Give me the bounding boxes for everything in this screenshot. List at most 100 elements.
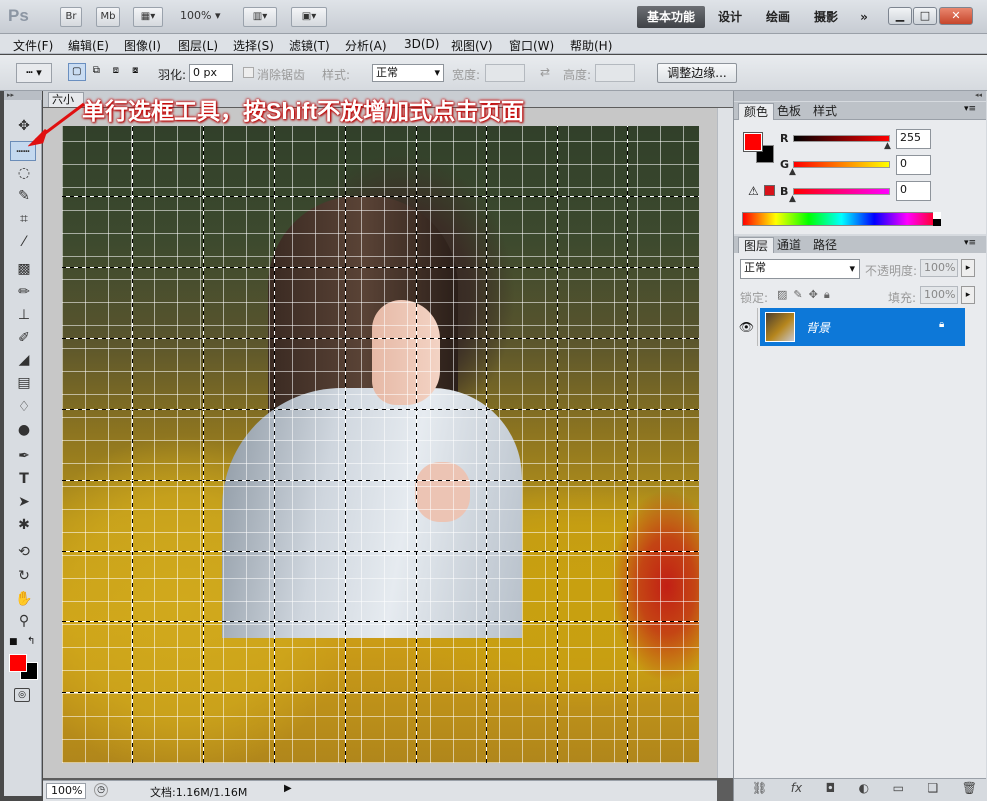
add-selection-icon[interactable]: ⧉: [88, 63, 105, 81]
workspace-design[interactable]: 设计: [712, 6, 748, 28]
tab-layers[interactable]: 图层: [738, 237, 775, 254]
arrange-documents-button[interactable]: ▥▾: [243, 7, 277, 27]
lock-transparency-icon[interactable]: ▨: [777, 288, 793, 301]
tab-styles[interactable]: 样式: [808, 103, 842, 120]
new-selection-icon[interactable]: ▢: [68, 63, 86, 81]
quick-selection-tool-icon[interactable]: ✎: [13, 186, 35, 206]
pen-tool-icon[interactable]: ✒: [13, 446, 35, 466]
gamut-warning-icon[interactable]: ⚠: [748, 184, 759, 198]
status-menu-arrow-icon[interactable]: ▶: [284, 783, 292, 794]
new-group-icon[interactable]: ▭: [893, 781, 904, 795]
tab-channels[interactable]: 通道: [772, 237, 806, 254]
hand-tool-icon[interactable]: ✋: [13, 589, 35, 609]
g-value-input[interactable]: 0: [896, 155, 931, 175]
3d-rotate-tool-icon[interactable]: ⟲: [13, 542, 35, 562]
zoom-status-field[interactable]: 100%: [46, 783, 86, 799]
screen-mode-button[interactable]: ▣▾: [291, 7, 327, 27]
intersect-selection-icon[interactable]: ⧇: [127, 63, 144, 81]
eyedropper-tool-icon[interactable]: ⁄: [13, 232, 35, 252]
add-mask-icon[interactable]: ◘: [826, 781, 836, 795]
g-slider[interactable]: [793, 161, 890, 168]
minimize-button[interactable]: ▁: [888, 7, 912, 25]
b-slider-thumb[interactable]: ▲: [789, 194, 796, 204]
eraser-tool-icon[interactable]: ◢: [13, 350, 35, 370]
close-button[interactable]: ✕: [939, 7, 973, 25]
new-layer-icon[interactable]: ❑: [927, 781, 938, 795]
healing-brush-tool-icon[interactable]: ▩: [13, 259, 35, 279]
menu-edit[interactable]: 编辑(E): [68, 37, 109, 54]
workspace-painting[interactable]: 绘画: [760, 6, 796, 28]
zoom-level-select[interactable]: 100% ▾: [180, 9, 220, 22]
menu-window[interactable]: 窗口(W): [509, 37, 554, 54]
tool-preset-picker[interactable]: ┅ ▾: [16, 63, 52, 83]
layer-style-fx-icon[interactable]: fx: [791, 781, 802, 795]
type-tool-icon[interactable]: T: [13, 469, 35, 489]
workspace-photography[interactable]: 摄影: [808, 6, 844, 28]
menu-filter[interactable]: 滤镜(T): [289, 37, 330, 54]
path-selection-tool-icon[interactable]: ➤: [13, 492, 35, 512]
layers-panel-menu-icon[interactable]: ▾≡: [964, 238, 976, 248]
vertical-scrollbar[interactable]: [717, 108, 733, 778]
dodge-tool-icon[interactable]: ●: [13, 420, 35, 440]
lock-move-icon[interactable]: ✥: [809, 288, 824, 301]
lock-all-icon[interactable]: 🔒︎: [824, 288, 836, 301]
menu-image[interactable]: 图像(I): [124, 37, 161, 54]
menu-layer[interactable]: 图层(L): [178, 37, 218, 54]
minibridge-button[interactable]: Mb: [96, 7, 120, 27]
foreground-color-swatch[interactable]: [9, 654, 27, 672]
swap-icon[interactable]: ⇄: [540, 65, 550, 79]
blend-mode-select[interactable]: 正常 ▾: [740, 259, 860, 279]
menu-help[interactable]: 帮助(H): [570, 37, 612, 54]
view-extras-button[interactable]: ▦▾: [133, 7, 163, 27]
blur-tool-icon[interactable]: ♢: [13, 397, 35, 417]
lasso-tool-icon[interactable]: ◌: [13, 163, 35, 183]
panel-menu-icon[interactable]: ▾≡: [964, 104, 976, 114]
crop-tool-icon[interactable]: ⌗: [13, 209, 35, 229]
shape-tool-icon[interactable]: ✱: [13, 515, 35, 535]
color-spectrum-bar[interactable]: [742, 212, 941, 226]
menu-file[interactable]: 文件(F): [13, 37, 53, 54]
3d-orbit-tool-icon[interactable]: ↻: [13, 566, 35, 586]
fill-input[interactable]: 100%: [920, 286, 958, 304]
panel-dock-collapse-handle[interactable]: ◂◂: [734, 91, 986, 101]
lock-paint-icon[interactable]: ✎: [793, 288, 808, 301]
link-layers-icon[interactable]: ⛓: [752, 781, 767, 795]
bridge-button[interactable]: Br: [60, 7, 82, 27]
feather-input[interactable]: 0 px: [189, 64, 233, 82]
gradient-tool-icon[interactable]: ▤: [13, 373, 35, 393]
black-white-swatch[interactable]: [933, 212, 941, 226]
menu-3d[interactable]: 3D(D): [404, 37, 439, 51]
panel-foreground-swatch[interactable]: [743, 132, 763, 152]
clone-stamp-tool-icon[interactable]: ⊥: [13, 305, 35, 325]
layer-name[interactable]: 背景: [806, 319, 830, 336]
opacity-arrow-icon[interactable]: ▸: [961, 259, 975, 277]
workspace-essentials[interactable]: 基本功能: [637, 6, 705, 28]
zoom-tool-icon[interactable]: ⚲: [13, 611, 35, 631]
tab-paths[interactable]: 路径: [808, 237, 842, 254]
menu-select[interactable]: 选择(S): [233, 37, 274, 54]
maximize-button[interactable]: □: [913, 7, 937, 25]
tab-swatches[interactable]: 色板: [772, 103, 806, 120]
canvas-photo[interactable]: [62, 126, 699, 763]
refine-edge-button[interactable]: 调整边缘...: [657, 63, 737, 83]
height-input[interactable]: [595, 64, 635, 82]
layer-visibility-eye-icon[interactable]: 👁︎: [736, 308, 758, 346]
subtract-selection-icon[interactable]: ⧈: [107, 63, 124, 81]
menu-analysis[interactable]: 分析(A): [345, 37, 387, 54]
b-slider[interactable]: [793, 188, 890, 195]
width-input[interactable]: [485, 64, 525, 82]
fill-arrow-icon[interactable]: ▸: [961, 286, 975, 304]
menu-view[interactable]: 视图(V): [451, 37, 493, 54]
gamut-color-swatch[interactable]: [764, 185, 775, 196]
delete-layer-icon[interactable]: 🗑︎: [962, 781, 977, 795]
brush-tool-icon[interactable]: ✏: [13, 282, 35, 302]
r-slider[interactable]: [793, 135, 890, 142]
r-value-input[interactable]: 255: [896, 129, 931, 149]
lock-icons[interactable]: ▨✎✥🔒︎: [777, 288, 836, 302]
default-colors-icon[interactable]: ■: [9, 637, 18, 647]
adjustment-layer-icon[interactable]: ◐: [859, 781, 869, 795]
r-slider-thumb[interactable]: ▲: [884, 141, 891, 151]
tab-color[interactable]: 颜色: [738, 103, 775, 120]
antialias-checkbox[interactable]: [243, 67, 254, 78]
toolbox-collapse-handle[interactable]: ▸▸: [4, 91, 42, 100]
